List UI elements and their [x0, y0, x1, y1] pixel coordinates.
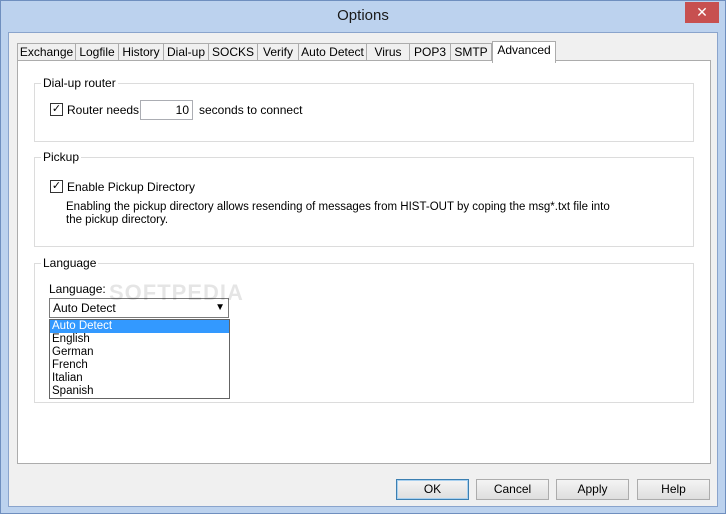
- ok-button[interactable]: OK: [396, 479, 469, 500]
- close-icon: ✕: [696, 4, 708, 20]
- language-field-label: Language:: [49, 282, 106, 296]
- advanced-tab-panel: Dial-up router ✓ Router needs 10 seconds…: [17, 60, 711, 464]
- language-option-italian[interactable]: Italian: [50, 372, 229, 385]
- language-option-english[interactable]: English: [50, 333, 229, 346]
- seconds-suffix-label: seconds to connect: [199, 103, 303, 117]
- checkmark-icon: ✓: [51, 180, 62, 192]
- cancel-button[interactable]: Cancel: [476, 479, 549, 500]
- dialup-router-title: Dial-up router: [41, 76, 118, 90]
- seconds-input[interactable]: 10: [140, 100, 193, 120]
- help-button[interactable]: Help: [637, 479, 710, 500]
- language-option-french[interactable]: French: [50, 359, 229, 372]
- apply-button[interactable]: Apply: [556, 479, 629, 500]
- enable-pickup-checkbox[interactable]: ✓: [50, 180, 63, 193]
- language-selected-value: Auto Detect: [53, 301, 116, 315]
- tab-advanced[interactable]: Advanced: [492, 41, 556, 63]
- router-needs-label[interactable]: Router needs: [67, 103, 139, 117]
- pickup-title: Pickup: [41, 150, 82, 164]
- pickup-group: Pickup ✓ Enable Pickup Directory Enablin…: [34, 150, 694, 247]
- enable-pickup-label[interactable]: Enable Pickup Directory: [67, 180, 195, 194]
- dialup-router-group: Dial-up router ✓ Router needs 10 seconds…: [34, 76, 694, 142]
- options-window: Options ✕ Exchange Logfile History Dial-…: [0, 0, 726, 514]
- title-bar[interactable]: Options ✕: [1, 1, 725, 32]
- router-needs-checkbox[interactable]: ✓: [50, 103, 63, 116]
- pickup-description: Enabling the pickup directory allows res…: [66, 201, 610, 226]
- language-option-spanish[interactable]: Spanish: [50, 385, 229, 398]
- window-title: Options: [337, 7, 389, 24]
- dialog-client-area: Exchange Logfile History Dial-up SOCKS V…: [8, 32, 718, 507]
- close-button[interactable]: ✕: [685, 2, 719, 23]
- checkmark-icon: ✓: [51, 103, 62, 115]
- language-option-german[interactable]: German: [50, 346, 229, 359]
- watermark: SOFTPEDIA: [109, 280, 244, 305]
- language-title: Language: [41, 256, 99, 270]
- language-option-auto-detect[interactable]: Auto Detect: [50, 320, 229, 333]
- language-dropdown-list: Auto Detect English German French Italia…: [49, 319, 230, 399]
